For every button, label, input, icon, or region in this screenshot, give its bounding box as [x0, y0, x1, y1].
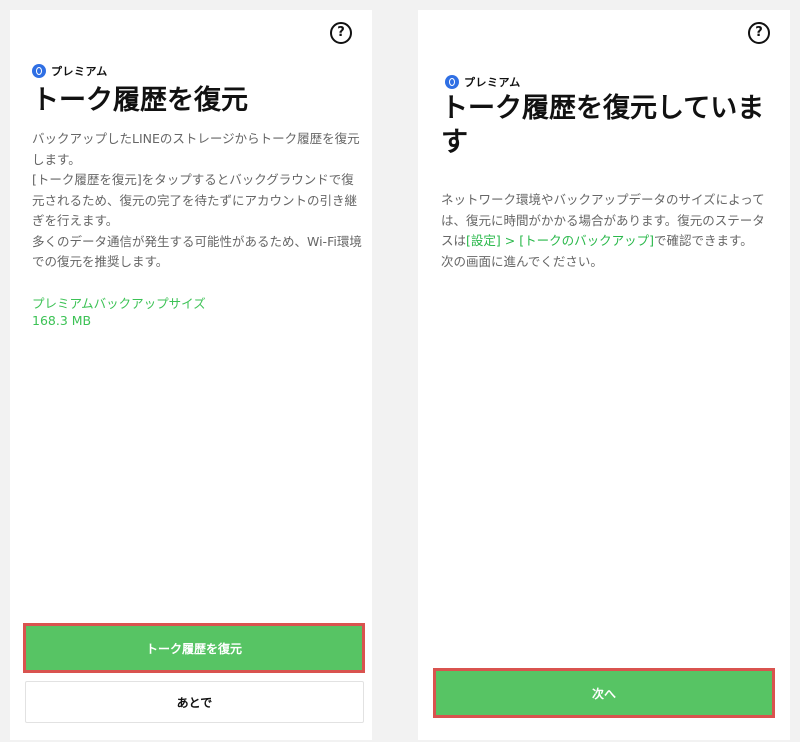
premium-label: プレミアム — [464, 76, 521, 89]
help-icon[interactable]: ? — [330, 22, 352, 44]
premium-badge: プレミアム — [445, 74, 521, 90]
description-line: 次の画面に進んでください。 — [441, 253, 603, 269]
backup-size-value: 168.3 MB — [32, 313, 92, 328]
help-icon[interactable]: ? — [748, 22, 770, 44]
description: ネットワーク環境やバックアップデータのサイズによっては、復元に時間がかかる場合が… — [441, 190, 771, 272]
description: バックアップしたLINEのストレージからトーク履歴を復元します。 [トーク履歴を… — [32, 129, 364, 273]
link-separator: > — [500, 233, 520, 248]
description-line: 多くのデータ通信が発生する可能性があるため、Wi-Fi環境での復元を推奨します。 — [32, 233, 362, 270]
premium-badge: プレミアム — [32, 63, 108, 79]
settings-link[interactable]: [設定] — [466, 233, 501, 248]
premium-label: プレミアム — [51, 65, 108, 78]
talk-backup-link[interactable]: [トークのバックアップ] — [519, 233, 654, 248]
premium-icon — [445, 75, 459, 89]
backup-size-label: プレミアムバックアップサイズ — [32, 296, 206, 311]
restore-screen: ? プレミアム トーク履歴を復元 バックアップしたLINEのストレージからトーク… — [10, 10, 372, 740]
page-title: トーク履歴を復元しています — [441, 93, 765, 158]
restore-button[interactable]: トーク履歴を復元 — [23, 623, 365, 673]
restoring-screen: ? プレミアム トーク履歴を復元しています ネットワーク環境やバックアップデータ… — [418, 10, 790, 740]
later-button[interactable]: あとで — [25, 681, 364, 723]
description-paragraph: ネットワーク環境やバックアップデータのサイズによっては、復元に時間がかかる場合が… — [441, 190, 771, 252]
premium-icon — [32, 64, 46, 78]
description-line: バックアップしたLINEのストレージからトーク履歴を復元します。 — [32, 131, 360, 167]
description-line: [トーク履歴を復元]をタップするとバックグラウンドで復元されるため、復元の完了を… — [32, 172, 358, 228]
next-button[interactable]: 次へ — [433, 668, 775, 718]
backup-size: プレミアムバックアップサイズ 168.3 MB — [32, 295, 206, 329]
description-text: で確認できます。 — [653, 233, 753, 248]
page-title: トーク履歴を復元 — [32, 85, 248, 116]
